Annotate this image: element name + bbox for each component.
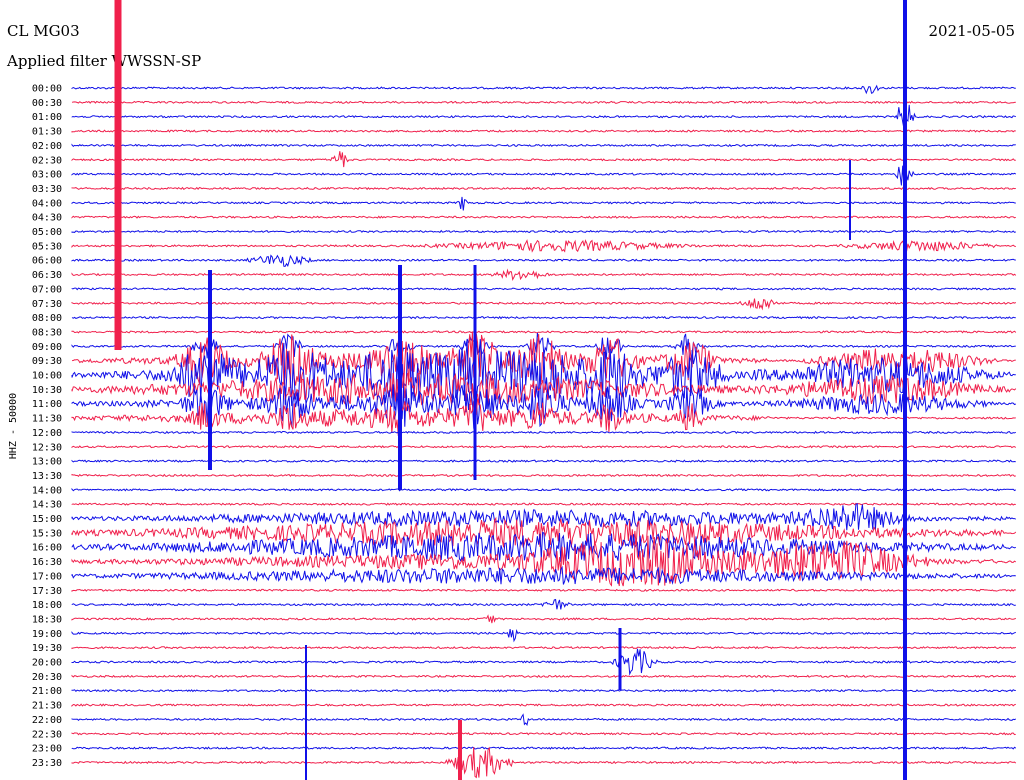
time-tick-label: 19:30 [32,643,62,654]
time-tick-label: 09:00 [32,342,62,353]
date-label: 2021-05-05 [929,22,1015,40]
time-tick-label: 18:00 [32,600,62,611]
time-tick-label: 06:00 [32,256,62,267]
time-tick-label: 10:00 [32,371,62,382]
time-tick-label: 15:00 [32,514,62,525]
time-tick-label: 11:00 [32,399,62,410]
time-tick-label: 04:30 [32,213,62,224]
time-tick-label: 17:00 [32,571,62,582]
y-axis-label: HHZ - 50000 [8,393,19,459]
time-tick-label: 23:00 [32,744,62,755]
time-tick-label: 14:00 [32,485,62,496]
time-tick-label: 10:30 [32,385,62,396]
time-tick-label: 05:30 [32,241,62,252]
time-tick-label: 18:30 [32,614,62,625]
time-tick-label: 21:30 [32,701,62,712]
time-tick-label: 08:30 [32,327,62,338]
event-spike [618,628,622,690]
time-tick-label: 12:00 [32,428,62,439]
event-spike [208,270,212,470]
time-tick-label: 00:30 [32,98,62,109]
time-tick-label: 11:30 [32,414,62,425]
time-tick-label: 20:30 [32,672,62,683]
time-tick-label: 02:00 [32,141,62,152]
filter-subtitle: Applied filter WWSSN-SP [6,52,201,70]
time-tick-label: 15:30 [32,528,62,539]
time-tick-label: 00:00 [32,84,62,95]
time-tick-label: 09:30 [32,356,62,367]
time-tick-label: 06:30 [32,270,62,281]
time-tick-label: 01:30 [32,127,62,138]
time-tick-label: 08:00 [32,313,62,324]
event-spike [305,645,307,780]
time-tick-label: 07:30 [32,299,62,310]
time-tick-label: 05:00 [32,227,62,238]
time-tick-label: 16:00 [32,543,62,554]
helicorder-plot: CL MG03 Applied filter WWSSN-SP 2021-05-… [0,0,1024,780]
event-spike [473,265,477,480]
time-tick-label: 22:00 [32,715,62,726]
event-spike [398,265,402,490]
time-tick-label: 23:30 [32,758,62,769]
time-tick-label: 17:30 [32,586,62,597]
time-tick-label: 07:00 [32,284,62,295]
time-tick-label: 13:30 [32,471,62,482]
time-tick-label: 03:00 [32,170,62,181]
time-tick-label: 22:30 [32,729,62,740]
time-tick-label: 13:00 [32,457,62,468]
event-spike [458,720,462,780]
time-tick-label: 16:30 [32,557,62,568]
time-tick-label: 20:00 [32,658,62,669]
time-tick-label: 04:00 [32,198,62,209]
event-spike [903,0,907,780]
time-tick-label: 01:00 [32,112,62,123]
time-tick-label: 12:30 [32,442,62,453]
event-spike [849,160,851,240]
event-spike [114,0,122,350]
station-title: CL MG03 [7,22,80,40]
time-tick-label: 02:30 [32,155,62,166]
time-tick-label: 19:00 [32,629,62,640]
time-tick-label: 14:30 [32,500,62,511]
time-tick-label: 03:30 [32,184,62,195]
time-tick-label: 21:00 [32,686,62,697]
